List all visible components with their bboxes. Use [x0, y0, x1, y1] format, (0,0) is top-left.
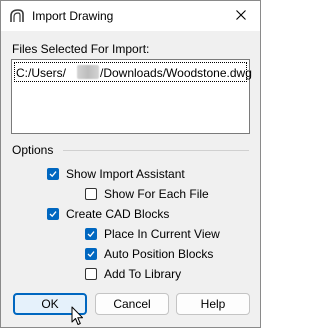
- files-list[interactable]: C:/Users/ /Downloads/Woodstone.dwg: [11, 59, 252, 134]
- arch-icon: [9, 8, 25, 24]
- file-path-suffix: /Downloads/Woodstone.dwg: [100, 66, 252, 80]
- checkbox-checked-icon: [85, 228, 97, 240]
- add-to-library-label: Add To Library: [104, 267, 182, 281]
- checkbox-unchecked-icon: [85, 268, 97, 280]
- redacted-username: [77, 65, 99, 79]
- place-in-current-view-label: Place In Current View: [104, 227, 220, 241]
- show-import-assistant-checkbox[interactable]: Show Import Assistant: [47, 166, 185, 182]
- auto-position-blocks-label: Auto Position Blocks: [104, 247, 214, 261]
- close-button[interactable]: [226, 3, 256, 29]
- checkbox-unchecked-icon: [85, 188, 97, 200]
- dialog-title: Import Drawing: [32, 9, 114, 23]
- cancel-button[interactable]: Cancel: [95, 293, 169, 315]
- create-cad-blocks-checkbox[interactable]: Create CAD Blocks: [47, 206, 169, 222]
- create-cad-blocks-label: Create CAD Blocks: [66, 207, 170, 221]
- options-divider: [63, 150, 249, 151]
- options-group-label: Options: [12, 143, 54, 157]
- import-drawing-dialog: Import Drawing Files Selected For Import…: [0, 0, 261, 328]
- add-to-library-checkbox[interactable]: Add To Library: [85, 266, 181, 282]
- mouse-pointer-icon: [71, 306, 85, 326]
- files-selected-label: Files Selected For Import:: [12, 42, 150, 56]
- checkbox-checked-icon: [47, 208, 59, 220]
- auto-position-blocks-checkbox[interactable]: Auto Position Blocks: [85, 246, 213, 262]
- help-button[interactable]: Help: [176, 293, 250, 315]
- show-for-each-file-label: Show For Each File: [104, 187, 209, 201]
- file-path-prefix: C:/Users/: [16, 66, 67, 80]
- checkbox-checked-icon: [47, 168, 59, 180]
- title-bar: Import Drawing: [1, 1, 260, 31]
- close-icon: [236, 9, 246, 23]
- show-for-each-file-checkbox[interactable]: Show For Each File: [85, 186, 209, 202]
- place-in-current-view-checkbox[interactable]: Place In Current View: [85, 226, 220, 242]
- show-import-assistant-label: Show Import Assistant: [66, 167, 185, 181]
- checkbox-checked-icon: [85, 248, 97, 260]
- file-list-item[interactable]: C:/Users/ /Downloads/Woodstone.dwg: [14, 62, 252, 82]
